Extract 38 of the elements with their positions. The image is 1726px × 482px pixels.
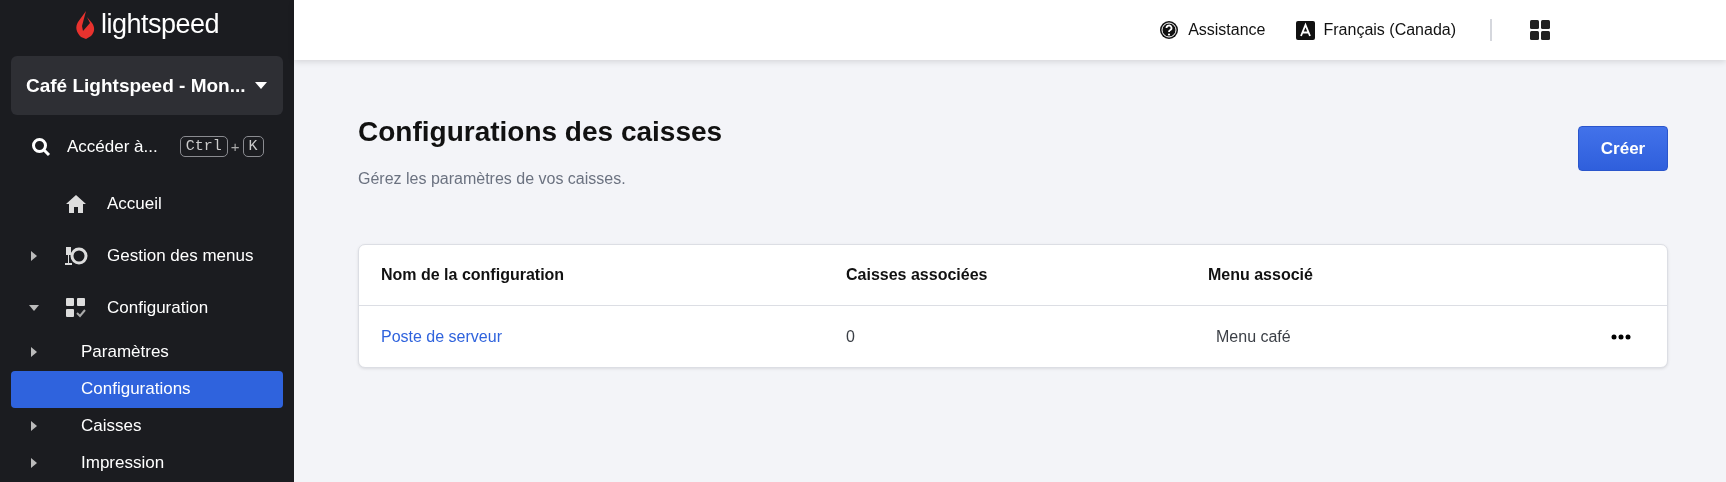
page-title: Configurations des caisses xyxy=(358,116,723,148)
translate-icon xyxy=(1295,20,1315,40)
plate-icon xyxy=(64,244,88,267)
help-link[interactable]: Assistance xyxy=(1159,20,1266,40)
help-icon xyxy=(1159,20,1180,40)
keyboard-key: K xyxy=(242,136,264,158)
keyboard-key: Ctrl xyxy=(179,136,228,158)
column-header: Caisses associées xyxy=(846,266,989,284)
store-selector[interactable]: Café Lightspeed - Mon... xyxy=(11,56,283,115)
create-button[interactable]: Créer xyxy=(1578,126,1668,171)
page-subtitle: Gérez les paramètres de vos caisses. xyxy=(358,170,627,188)
search-icon[interactable] xyxy=(31,136,51,157)
home-icon xyxy=(65,194,87,215)
nav-item[interactable]: Configuration xyxy=(11,281,283,334)
search-link[interactable]: Accéder à... xyxy=(67,136,158,157)
nav-item[interactable]: Configurations xyxy=(11,370,283,408)
caret-down-icon xyxy=(255,81,267,90)
caret-right-icon[interactable] xyxy=(29,458,39,469)
language-selector[interactable]: Français (Canada) xyxy=(1295,20,1456,40)
table-cell-text: Menu café xyxy=(1215,327,1292,346)
column-header: Nom de la configuration xyxy=(381,266,566,284)
nav-item[interactable]: Gestion des menus xyxy=(11,230,283,282)
caret-right-icon[interactable] xyxy=(29,421,39,432)
plus-sign: + xyxy=(230,138,240,156)
nav-item[interactable]: Paramètres xyxy=(11,333,283,371)
nav-item[interactable]: Caisses xyxy=(11,407,283,445)
flame-logo-icon xyxy=(74,9,97,40)
caret-right-icon[interactable] xyxy=(29,250,39,261)
apps-grid-icon[interactable] xyxy=(1530,20,1550,40)
nav-item[interactable]: Impression xyxy=(11,444,283,482)
brand-logo: lightspeed xyxy=(100,9,220,41)
dashboard-check-icon xyxy=(65,296,87,319)
caret-right-icon[interactable] xyxy=(29,347,39,358)
table-cell-text: 0 xyxy=(846,327,856,346)
column-header: Menu associé xyxy=(1208,266,1314,284)
configuration-link[interactable]: Poste de serveur xyxy=(381,327,502,345)
nav-item[interactable]: Accueil xyxy=(11,178,283,231)
caret-down-icon[interactable] xyxy=(29,302,39,313)
